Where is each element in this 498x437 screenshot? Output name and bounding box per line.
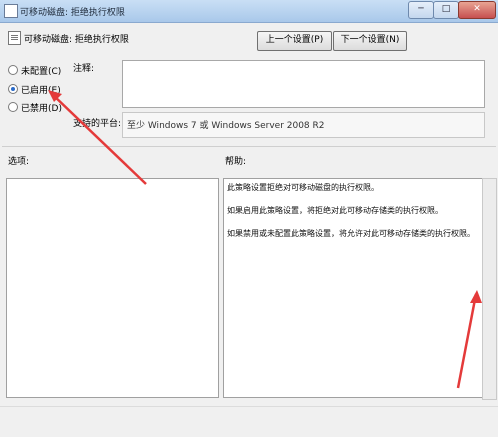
help-paragraph: 此策略设置拒绝对可移动磁盘的执行权限。: [227, 183, 379, 192]
supported-platform-label: 支持的平台:: [73, 119, 122, 129]
help-pane[interactable]: 此策略设置拒绝对可移动磁盘的执行权限。 如果启用此策略设置，将拒绝对此可移动存储…: [223, 178, 483, 398]
window-icon: [4, 4, 18, 18]
next-setting-button[interactable]: 下一个设置(N): [333, 31, 407, 51]
comment-label: 注释:: [73, 64, 95, 74]
close-button[interactable]: ✕: [458, 1, 496, 19]
window-title: 可移动磁盘: 拒绝执行权限: [20, 8, 125, 18]
comment-field[interactable]: [122, 60, 485, 108]
radio-label: 已启用(E): [21, 86, 61, 96]
help-scrollbar[interactable]: [482, 178, 497, 400]
help-label: 帮助:: [225, 157, 247, 167]
help-paragraph: 如果启用此策略设置，将拒绝对此可移动存储类的执行权限。: [227, 206, 443, 215]
supported-platform-value: 至少 Windows 7 或 Windows Server 2008 R2: [127, 121, 325, 131]
previous-setting-button[interactable]: 上一个设置(P): [257, 31, 332, 51]
help-paragraph: 如果禁用或未配置此策略设置，将允许对此可移动存储类的执行权限。: [227, 229, 475, 238]
supported-platform-field: 至少 Windows 7 或 Windows Server 2008 R2: [122, 112, 485, 138]
options-pane[interactable]: [6, 178, 219, 398]
radio-button[interactable]: [8, 102, 18, 112]
divider: [2, 146, 496, 147]
button-bar: [0, 406, 498, 437]
title-bar: 可移动磁盘: 拒绝执行权限 ─ □ ✕: [0, 0, 498, 23]
radio-label: 未配置(C): [21, 67, 62, 77]
policy-title: 可移动磁盘: 拒绝执行权限: [24, 35, 129, 45]
options-label: 选项:: [8, 157, 30, 167]
minimize-button[interactable]: ─: [408, 1, 434, 19]
policy-icon: [8, 31, 21, 45]
radio-button[interactable]: [8, 84, 18, 94]
maximize-button[interactable]: □: [433, 1, 459, 19]
radio-button[interactable]: [8, 65, 18, 75]
radio-label: 已禁用(D): [21, 104, 62, 114]
